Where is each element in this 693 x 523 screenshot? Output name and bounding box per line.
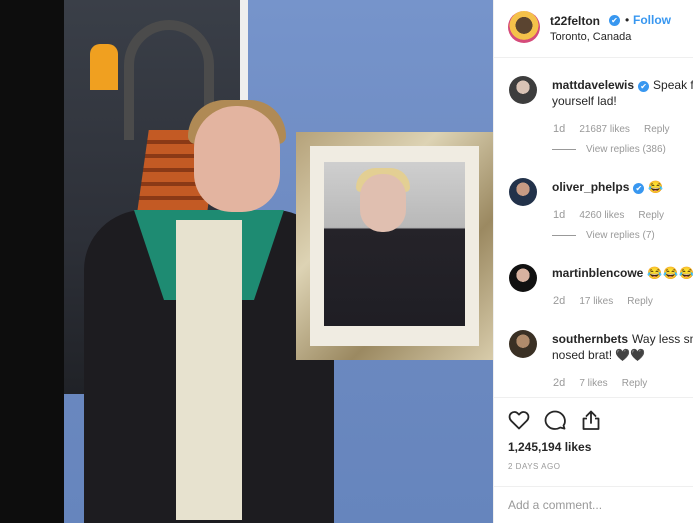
comment-time: 2d	[553, 295, 566, 307]
post-location[interactable]: Toronto, Canada	[550, 31, 631, 43]
view-replies-label: View replies (7)	[586, 230, 655, 241]
add-comment-input[interactable]	[508, 498, 688, 512]
comment-text: martinblencowe 😂😂😂	[552, 265, 693, 281]
comment-username[interactable]: oliver_phelps	[552, 180, 629, 194]
separator-dot: •	[625, 13, 630, 27]
comment-body-line1: 😂	[648, 180, 665, 194]
shirt	[176, 220, 242, 520]
post-timestamp: 2 DAYS AGO	[508, 462, 561, 471]
comment-body-line2: nosed brat! 🖤🖤	[552, 348, 646, 362]
comment-text: oliver_phelps ✔ 😂	[552, 179, 693, 195]
comment-meta: 2d 7 likes Reply	[553, 377, 658, 389]
post-side-panel: t22felton ✔ • Follow Toronto, Canada mat…	[493, 0, 693, 523]
comment-time: 1d	[553, 123, 566, 135]
replies-divider	[552, 148, 576, 150]
comment-likes[interactable]: 7 likes	[579, 378, 607, 389]
comment-body-line1: Way less sn	[632, 332, 693, 346]
post-photo[interactable]	[64, 0, 493, 523]
post-header: t22felton ✔ • Follow Toronto, Canada	[494, 0, 693, 58]
replies-divider	[552, 234, 576, 236]
view-replies-link[interactable]: View replies (7)	[552, 230, 655, 241]
comment-likes[interactable]: 17 likes	[579, 296, 613, 307]
comment-bubble-icon[interactable]	[543, 408, 567, 432]
follow-button[interactable]: Follow	[633, 13, 671, 27]
comment-meta: 2d 17 likes Reply	[553, 295, 664, 307]
comment-meta: 1d 4260 likes Reply	[553, 209, 675, 221]
comment-body-line1: Speak f	[653, 78, 693, 92]
verified-badge-icon: ✔	[609, 15, 620, 26]
comment-username[interactable]: mattdavelewis	[552, 78, 634, 92]
comment-text: mattdavelewis ✔ Speak f yourself lad!	[552, 77, 693, 109]
comment-body-line1: 😂😂😂	[647, 266, 693, 280]
framed-portrait	[296, 132, 493, 360]
photo-pane	[0, 0, 493, 523]
comment-time: 1d	[553, 209, 566, 221]
frame-mat	[310, 146, 479, 346]
comment-meta: 1d 21687 likes Reply	[553, 123, 681, 135]
comment-text: southernbets Way less sn nosed brat! 🖤🖤	[552, 331, 693, 363]
comment-username[interactable]: southernbets	[552, 332, 628, 346]
add-comment-bar	[494, 486, 693, 522]
mattdavelewis-avatar-icon[interactable]	[509, 76, 537, 104]
southernbets-avatar-icon[interactable]	[509, 330, 537, 358]
post-actions: 1,245,194 likes 2 DAYS AGO	[494, 397, 693, 517]
comment-likes[interactable]: 4260 likes	[579, 210, 624, 221]
comment-username[interactable]: martinblencowe	[552, 266, 643, 280]
profile-avatar[interactable]	[508, 11, 540, 43]
oliver-phelps-avatar-icon[interactable]	[509, 178, 537, 206]
portrait-picture	[324, 162, 465, 326]
comment-time: 2d	[553, 377, 566, 389]
post-username[interactable]: t22felton	[550, 14, 600, 28]
martinblencowe-avatar-icon[interactable]	[509, 264, 537, 292]
heart-icon[interactable]	[507, 408, 531, 432]
verified-badge-icon: ✔	[638, 81, 650, 92]
comment-likes[interactable]: 21687 likes	[579, 124, 630, 135]
reply-button[interactable]: Reply	[638, 210, 664, 221]
reply-button[interactable]: Reply	[627, 296, 653, 307]
view-replies-label: View replies (386)	[586, 144, 666, 155]
reply-button[interactable]: Reply	[644, 124, 670, 135]
poster-window	[90, 44, 118, 90]
reply-button[interactable]: Reply	[622, 378, 648, 389]
comment-body-line2: yourself lad!	[552, 94, 617, 108]
face	[194, 106, 280, 212]
share-icon[interactable]	[579, 408, 603, 432]
verified-badge-icon: ✔	[633, 183, 645, 194]
like-count[interactable]: 1,245,194 likes	[508, 440, 591, 454]
portrait-face	[360, 174, 406, 232]
view-replies-link[interactable]: View replies (386)	[552, 144, 666, 155]
